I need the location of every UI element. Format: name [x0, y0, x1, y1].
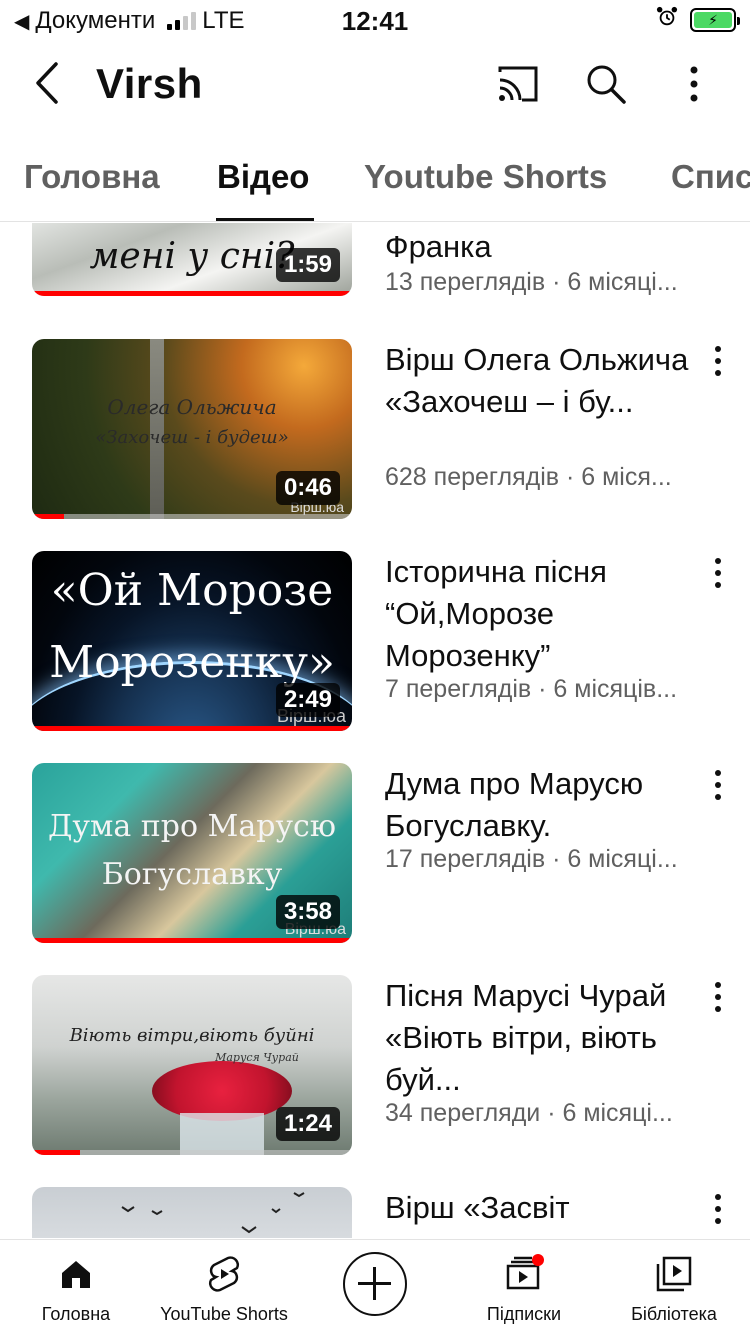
video-item[interactable]: Дума про Марусю Богуславку Вірш.юа 3:58 …: [0, 763, 750, 953]
video-thumbnail[interactable]: мені у сні? 1:59: [32, 223, 352, 296]
video-item[interactable]: Олега Ольжича «Захочеш - і будеш» Вірш.ю…: [0, 339, 750, 529]
watch-progress: [32, 1150, 80, 1155]
nav-shorts[interactable]: YouTube Shorts: [154, 1252, 294, 1325]
video-duration: 1:24: [275, 1107, 340, 1141]
channel-title: Virsh: [96, 60, 203, 107]
video-title[interactable]: Франка: [385, 226, 695, 268]
home-icon: [38, 1252, 114, 1296]
video-title[interactable]: Пісня Марусі Чурай «Віють вітри, віють б…: [385, 975, 695, 1101]
vase-graphic: [180, 1113, 264, 1155]
flowers-graphic: [152, 1061, 292, 1121]
more-vertical-icon[interactable]: [706, 977, 730, 1017]
video-thumbnail[interactable]: Олега Ольжича «Захочеш - і будеш» Вірш.ю…: [32, 339, 352, 519]
more-vertical-icon[interactable]: [706, 1189, 730, 1229]
create-plus-icon[interactable]: [343, 1252, 407, 1316]
birds-graphic: [121, 1192, 305, 1234]
video-title[interactable]: Дума про Марусю Богуславку.: [385, 763, 695, 847]
nav-subscriptions[interactable]: Підписки: [480, 1252, 568, 1325]
watch-progress: [32, 938, 352, 943]
more-vertical-icon[interactable]: [670, 60, 718, 108]
app-header: Virsh: [0, 40, 750, 132]
video-meta: 7 переглядів · 6 місяців...: [385, 675, 678, 703]
watch-progress: [32, 726, 352, 731]
video-thumbnail[interactable]: Дума про Марусю Богуславку Вірш.юа 3:58: [32, 763, 352, 943]
thumbnail-caption-line1: Дума про Марусю: [48, 809, 336, 844]
nav-label: YouTube Shorts: [160, 1304, 288, 1324]
progress-track: [32, 1150, 352, 1155]
tab-shorts[interactable]: Youtube Shorts: [364, 158, 607, 196]
battery-icon: ⚡: [690, 8, 740, 32]
bottom-navigation: Головна YouTube Shorts Підписки Бібліоте…: [0, 1239, 750, 1334]
tab-playlists[interactable]: Спис: [671, 158, 750, 196]
watch-progress: [32, 514, 64, 519]
thumbnail-caption-line2: Маруся Чурай: [215, 1051, 299, 1064]
video-meta: 17 переглядів · 6 місяці...: [385, 845, 678, 873]
back-chevron-icon[interactable]: [28, 58, 68, 108]
video-title[interactable]: Вірш «Засвіт: [385, 1187, 695, 1229]
video-meta: 34 перегляди · 6 місяці...: [385, 1099, 673, 1127]
nav-library[interactable]: Бібліотека: [624, 1252, 724, 1325]
video-duration: 0:46: [275, 471, 340, 505]
video-item[interactable]: Віють вітри,віють буйні Маруся Чурай 1:2…: [0, 975, 750, 1165]
alarm-icon: [656, 6, 678, 34]
active-tab-indicator: [216, 218, 314, 221]
video-item[interactable]: Вірш «Засвіт: [0, 1187, 750, 1238]
more-vertical-icon[interactable]: [706, 765, 730, 805]
video-thumbnail[interactable]: «Ой Морозе Морозенку» Вірш.юа 2:49: [32, 551, 352, 731]
nav-label: Підписки: [486, 1304, 562, 1324]
more-vertical-icon[interactable]: [706, 341, 730, 381]
library-icon: [624, 1252, 724, 1296]
thumbnail-caption-line2: Морозенку»: [49, 637, 335, 688]
video-title[interactable]: Вірш Олега Ольжича «Захочеш – і бу...: [385, 339, 695, 423]
video-meta: 628 переглядів · 6 міся...: [385, 463, 672, 491]
video-thumbnail[interactable]: Віють вітри,віють буйні Маруся Чурай 1:2…: [32, 975, 352, 1155]
subscriptions-icon: [480, 1252, 568, 1296]
channel-tabs: Головна Відео Youtube Shorts Спис: [0, 132, 750, 222]
video-thumbnail[interactable]: [32, 1187, 352, 1238]
watch-progress: [32, 291, 352, 296]
video-title[interactable]: Історична пісня “Ой,Морозе Морозенку”: [385, 551, 695, 677]
video-item[interactable]: «Ой Морозе Морозенку» Вірш.юа 2:49 Істор…: [0, 551, 750, 741]
charging-bolt-icon: ⚡: [694, 12, 732, 28]
nav-label: Бібліотека: [631, 1304, 717, 1324]
thumbnail-caption-line1: Віють вітри,віють буйні: [69, 1025, 315, 1046]
progress-track: [32, 514, 352, 519]
nav-home[interactable]: Головна: [38, 1252, 114, 1325]
thumbnail-caption-line1: «Ой Морозе: [50, 565, 334, 616]
thumbnail-caption-line2: Богуславку: [101, 857, 283, 892]
video-list: мені у сні? 1:59 Франка 13 переглядів · …: [0, 223, 750, 1238]
video-duration: 2:49: [275, 683, 340, 717]
status-bar: ◀ Документи LTE 12:41 ⚡: [0, 0, 750, 40]
more-vertical-icon[interactable]: [706, 553, 730, 593]
video-meta: 13 переглядів · 6 місяці...: [385, 268, 678, 296]
cast-icon[interactable]: [494, 60, 542, 108]
search-icon[interactable]: [582, 60, 630, 108]
thumbnail-caption-line2: «Захочеш - і будеш»: [95, 427, 289, 448]
nav-label: Головна: [41, 1304, 111, 1324]
video-duration: 1:59: [275, 248, 340, 282]
video-item[interactable]: мені у сні? 1:59 Франка 13 переглядів · …: [0, 223, 750, 306]
tab-videos[interactable]: Відео: [217, 158, 309, 196]
tab-home[interactable]: Головна: [24, 158, 160, 196]
thumbnail-caption-line1: Олега Ольжича: [107, 395, 277, 419]
clock: 12:41: [341, 6, 409, 36]
shorts-icon: [154, 1252, 294, 1296]
video-duration: 3:58: [275, 895, 340, 929]
